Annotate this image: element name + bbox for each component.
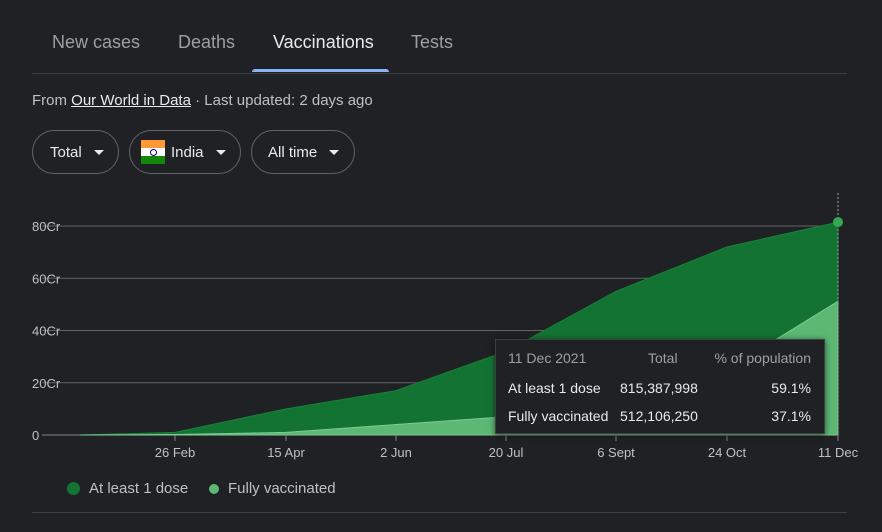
chevron-down-icon	[93, 149, 104, 155]
x-tick-label: 15 Apr	[267, 445, 305, 460]
tab-vaccinations[interactable]: Vaccinations	[273, 32, 374, 53]
legend-label: Fully vaccinated	[228, 480, 336, 497]
tab-new-cases[interactable]: New cases	[52, 32, 140, 53]
hover-point	[833, 217, 843, 228]
source-line: From Our World in Data · Last updated: 2…	[32, 92, 373, 109]
tooltip-row-pct: 59.1%	[771, 380, 811, 396]
metric-dropdown-label: Total	[50, 143, 82, 161]
time-range-dropdown-label: All time	[268, 143, 318, 161]
metric-dropdown[interactable]: Total	[32, 130, 119, 174]
x-tick-label: 11 Dec	[818, 445, 859, 460]
tooltip-row-pct: 37.1%	[771, 408, 811, 424]
legend-label: At least 1 dose	[89, 480, 189, 497]
last-updated: · Last updated: 2 days ago	[190, 92, 373, 109]
tooltip-col-total: Total	[648, 350, 678, 366]
legend-item-fully-vaccinated: Fully vaccinated	[209, 480, 336, 497]
tooltip-row-total: 512,106,250	[620, 408, 698, 424]
legend-dot	[209, 483, 219, 494]
y-tick-label: 20Cr	[32, 376, 61, 391]
y-tick-label: 60Cr	[32, 271, 61, 286]
tab-bar: New cases Deaths Vaccinations Tests	[32, 0, 847, 74]
chevron-down-icon	[329, 149, 340, 155]
legend-item-first-dose: At least 1 dose	[67, 480, 188, 497]
source-link[interactable]: Our World in Data	[71, 92, 191, 109]
chevron-down-icon	[215, 149, 226, 155]
tab-deaths[interactable]: Deaths	[178, 32, 235, 53]
tooltip-date: 11 Dec 2021	[508, 350, 587, 366]
x-tick-label: 26 Feb	[155, 445, 195, 460]
x-tick-label: 20 Jul	[489, 445, 524, 460]
legend-dot	[67, 482, 80, 495]
source-prefix: From	[32, 92, 72, 109]
x-tick-label: 24 Oct	[708, 445, 747, 460]
active-tab-indicator	[252, 69, 389, 72]
tooltip-row-label: At least 1 dose	[508, 380, 601, 396]
y-tick-label: 40Cr	[32, 324, 61, 339]
chart-tooltip: 11 Dec 2021 Total % of population At lea…	[495, 339, 825, 434]
tab-tests[interactable]: Tests	[411, 32, 453, 53]
tooltip-row-label: Fully vaccinated	[508, 408, 609, 424]
y-tick-label: 0	[32, 428, 39, 443]
india-flag-icon	[141, 140, 165, 164]
y-tick-label: 80Cr	[32, 219, 61, 234]
time-range-dropdown[interactable]: All time	[251, 130, 355, 174]
country-dropdown[interactable]: India	[129, 130, 241, 174]
bottom-divider	[32, 512, 847, 513]
tooltip-col-pct: % of population	[714, 350, 811, 366]
country-dropdown-label: India	[171, 143, 204, 161]
x-tick-label: 6 Sept	[597, 445, 635, 460]
tooltip-row-total: 815,387,998	[620, 380, 698, 396]
x-tick-label: 2 Jun	[380, 445, 412, 460]
